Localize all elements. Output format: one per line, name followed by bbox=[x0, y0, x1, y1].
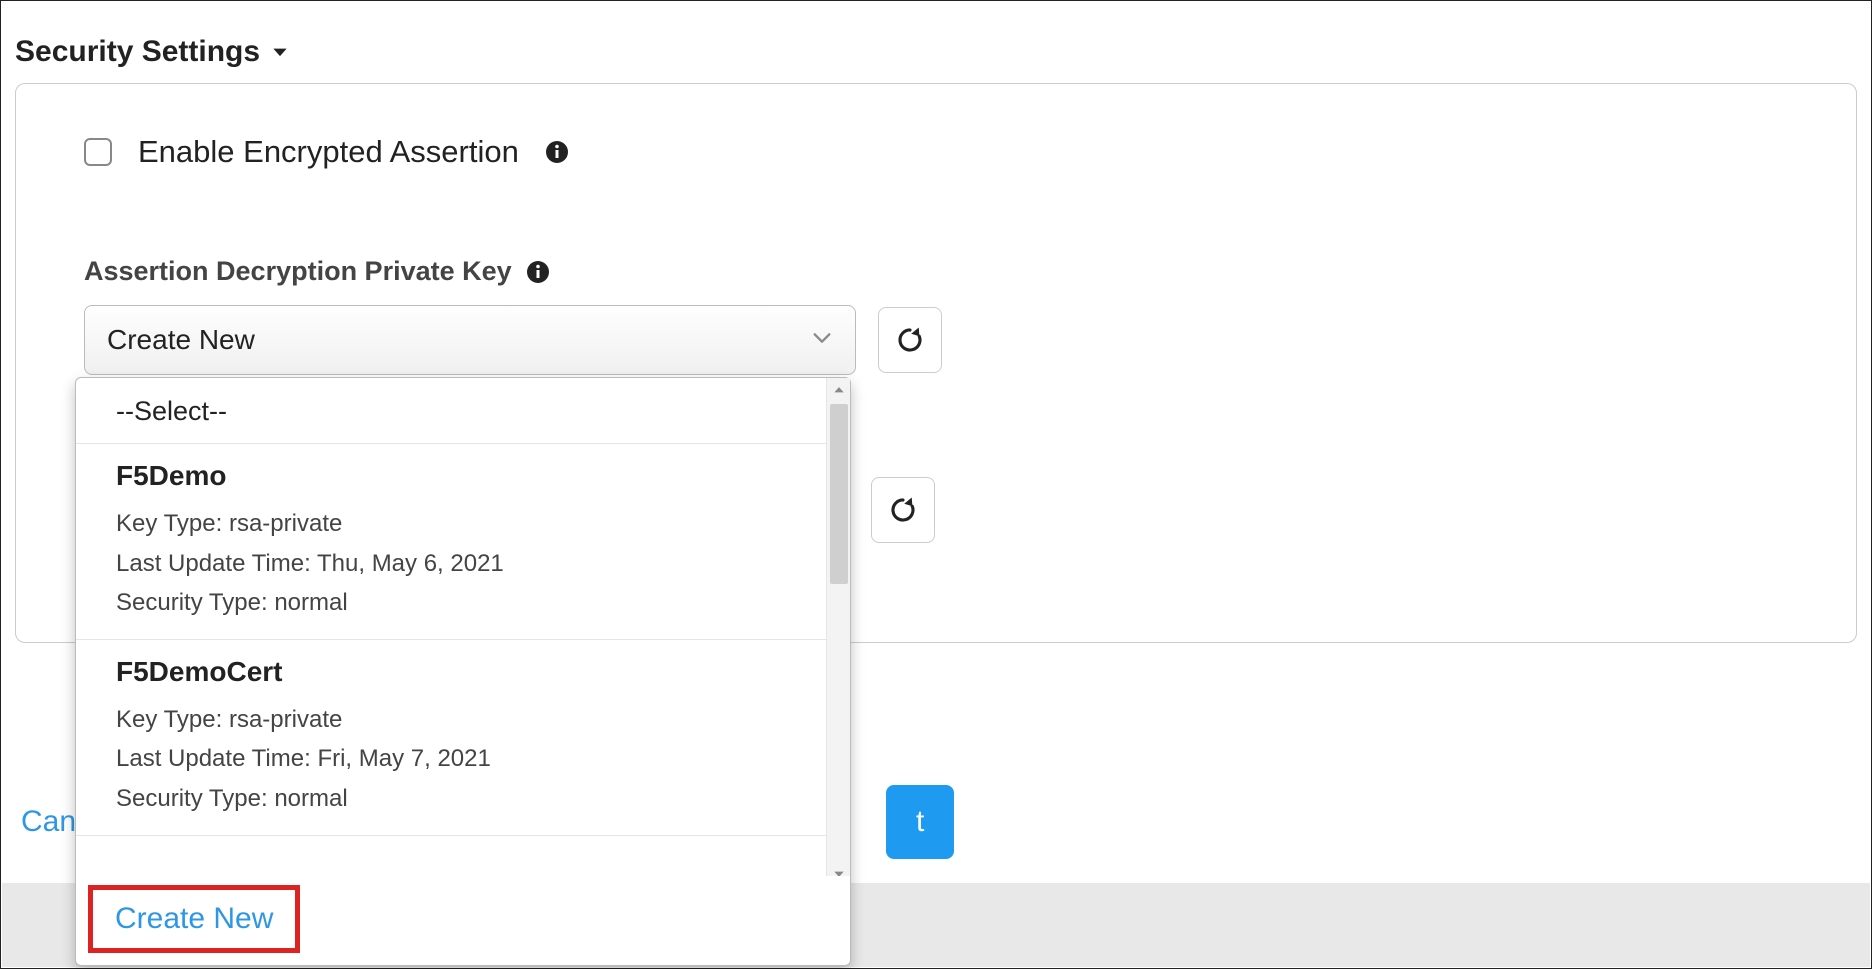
dropdown-scrollbar[interactable] bbox=[826, 378, 850, 876]
refresh-button[interactable] bbox=[871, 477, 935, 543]
cancel-button[interactable]: Can bbox=[21, 805, 76, 839]
info-icon[interactable] bbox=[526, 260, 550, 284]
caret-down-icon bbox=[270, 42, 290, 62]
option-name bbox=[116, 852, 796, 876]
dropdown-option-select[interactable]: --Select-- bbox=[76, 378, 850, 444]
enable-encrypted-checkbox[interactable] bbox=[84, 138, 112, 166]
section-title-text: Security Settings bbox=[15, 35, 260, 69]
private-key-label: Assertion Decryption Private Key bbox=[84, 256, 512, 287]
option-meta: Key Type: rsa-private Last Update Time: … bbox=[116, 700, 796, 819]
chevron-down-icon bbox=[811, 327, 833, 354]
create-new-button[interactable]: Create New bbox=[115, 902, 273, 936]
dropdown-list: --Select-- F5Demo Key Type: rsa-private … bbox=[76, 378, 850, 876]
select-value: Create New bbox=[107, 324, 255, 356]
dropdown-option[interactable]: F5Demo Key Type: rsa-private Last Update… bbox=[76, 444, 826, 640]
section-header[interactable]: Security Settings bbox=[9, 23, 1863, 79]
info-icon[interactable] bbox=[545, 140, 569, 164]
field-label-row: Assertion Decryption Private Key bbox=[84, 256, 1856, 287]
select-row: Create New bbox=[84, 305, 1856, 375]
private-key-dropdown: --Select-- F5Demo Key Type: rsa-private … bbox=[75, 377, 851, 966]
dropdown-option[interactable]: F5DemoCert Key Type: rsa-private Last Up… bbox=[76, 640, 826, 836]
dropdown-create-row: Create New bbox=[76, 876, 850, 965]
option-name: F5DemoCert bbox=[116, 656, 796, 688]
next-button[interactable]: t bbox=[886, 785, 954, 859]
dropdown-option[interactable] bbox=[76, 836, 826, 876]
scroll-thumb[interactable] bbox=[830, 404, 848, 584]
create-new-highlight: Create New bbox=[88, 885, 300, 953]
enable-encrypted-row: Enable Encrypted Assertion bbox=[84, 134, 1856, 170]
option-name: F5Demo bbox=[116, 460, 796, 492]
private-key-select[interactable]: Create New bbox=[84, 305, 856, 375]
enable-encrypted-label: Enable Encrypted Assertion bbox=[138, 134, 519, 170]
option-meta: Key Type: rsa-private Last Update Time: … bbox=[116, 504, 796, 623]
refresh-button[interactable] bbox=[878, 307, 942, 373]
scroll-up-icon[interactable] bbox=[827, 378, 851, 402]
scroll-down-icon[interactable] bbox=[827, 862, 851, 876]
